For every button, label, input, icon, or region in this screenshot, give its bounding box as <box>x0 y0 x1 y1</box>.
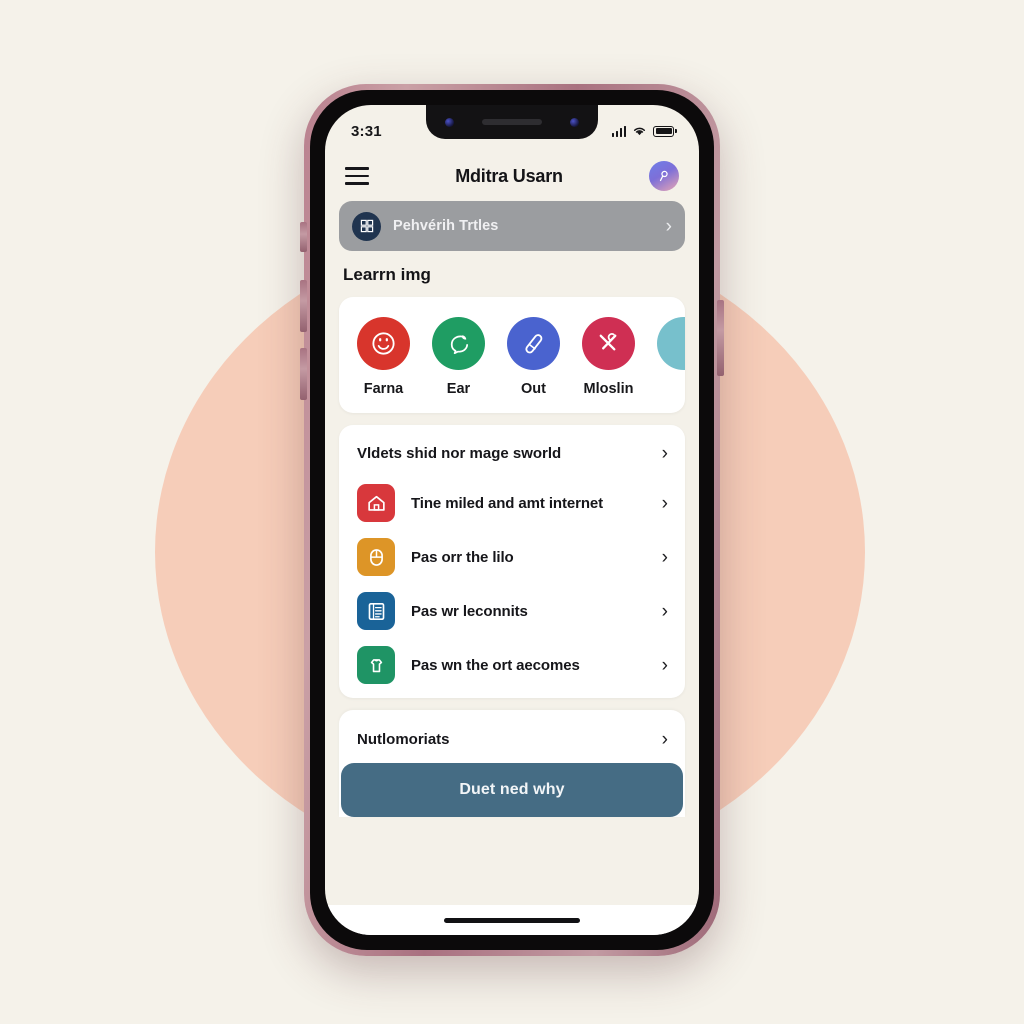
chevron-right-icon: › <box>661 443 668 464</box>
list-item[interactable]: Pas wn the ort aecomes › <box>339 638 685 692</box>
hamburger-menu-icon[interactable] <box>345 167 369 185</box>
category-item-farna[interactable]: Farna <box>357 317 410 397</box>
chevron-right-icon: › <box>661 654 668 676</box>
category-card: Farna Ear Out Mloslin <box>339 297 685 413</box>
grid-badge-glyph <box>360 219 373 233</box>
grid-badge-icon <box>352 211 381 241</box>
user-avatar-icon[interactable] <box>649 161 679 191</box>
category-row: Farna Ear Out Mloslin <box>339 317 685 397</box>
house-icon <box>357 484 395 522</box>
status-bar: 3:31 <box>325 105 699 151</box>
mouse-glyph <box>369 548 383 566</box>
wifi-icon <box>634 127 646 136</box>
section-heading: Learrn img <box>343 265 431 284</box>
pen-diagonal-icon <box>507 317 560 370</box>
home-indicator-bar[interactable] <box>444 917 580 923</box>
battery-icon <box>653 125 677 137</box>
category-label: Mloslin <box>583 381 634 397</box>
list-item-label: Pas wr leconnits <box>411 602 528 620</box>
status-icon-group <box>611 125 677 137</box>
scroll-content: Pehvérih Trtles › Learrn img Farna Ear O… <box>325 201 699 905</box>
chevron-right-icon: › <box>665 215 672 237</box>
pen-diagonal-glyph <box>525 334 543 354</box>
primary-cta-button[interactable]: Duet ned why <box>341 763 683 817</box>
face-circle-glyph <box>372 332 395 355</box>
house-glyph <box>367 495 385 511</box>
list-document-icon <box>357 592 395 630</box>
list-item-label: Pas wn the ort aecomes <box>411 656 580 674</box>
topic-list-header[interactable]: Vldets shid nor mage sworld › <box>339 429 685 476</box>
screenshot-stage: 3:31 Mditra Usarn Pehvérih Trtles › Lear… <box>0 0 1024 1024</box>
topic-list-card: Vldets shid nor mage sworld › Tine miled… <box>339 425 685 698</box>
chevron-right-icon: › <box>661 492 668 514</box>
category-item-ear[interactable]: Ear <box>432 317 485 397</box>
app-header-bar: Mditra Usarn <box>325 151 699 201</box>
primary-cta-label: Duet ned why <box>459 781 565 798</box>
chevron-right-icon: › <box>661 600 668 622</box>
volume-down-button[interactable] <box>300 348 307 400</box>
promo-banner-label: Pehvérih Trtles <box>393 218 499 234</box>
list-document-glyph <box>368 602 384 620</box>
tools-cross-icon <box>582 317 635 370</box>
category-item-out[interactable]: Out <box>507 317 560 397</box>
leaf-speech-glyph <box>450 335 469 355</box>
power-button[interactable] <box>717 300 724 376</box>
footer-link-row[interactable]: Nutlomoriats › <box>339 714 685 763</box>
footer-link-label: Nutlomoriats <box>357 731 450 748</box>
volume-up-button[interactable] <box>300 280 307 332</box>
category-label: Out <box>521 381 546 397</box>
chevron-right-icon: › <box>661 546 668 568</box>
signal-bars-icon <box>611 125 627 137</box>
shirt-tap-glyph <box>370 658 382 672</box>
category-item-partial[interactable] <box>657 317 685 397</box>
list-item[interactable]: Pas orr the lilo › <box>339 530 685 584</box>
list-item-label: Tine miled and amt internet <box>411 494 604 512</box>
mouse-icon <box>357 538 395 576</box>
chevron-right-icon: › <box>661 729 668 750</box>
shirt-tap-icon <box>357 646 395 684</box>
mute-switch-button[interactable] <box>300 222 307 252</box>
leaf-speech-icon <box>432 317 485 370</box>
status-clock: 3:31 <box>351 122 382 140</box>
partial-circle-icon <box>657 317 685 370</box>
tools-cross-glyph <box>599 333 617 351</box>
home-indicator-area <box>325 905 699 935</box>
category-label: Ear <box>446 381 471 397</box>
footer-card: Nutlomoriats › Duet ned why <box>339 710 685 817</box>
page-title: Mditra Usarn <box>455 165 563 186</box>
list-item[interactable]: Tine miled and amt internet › <box>339 476 685 530</box>
category-item-mloslin[interactable]: Mloslin <box>582 317 635 397</box>
topic-list-header-label: Vldets shid nor mage sworld <box>357 445 562 462</box>
category-label: Farna <box>363 381 404 397</box>
phone-screen: 3:31 Mditra Usarn Pehvérih Trtles › Lear… <box>325 105 699 935</box>
list-item-label: Pas orr the lilo <box>411 548 514 566</box>
promo-banner[interactable]: Pehvérih Trtles › <box>339 201 685 251</box>
avatar-glyph <box>659 170 668 181</box>
list-item[interactable]: Pas wr leconnits › <box>339 584 685 638</box>
face-circle-icon <box>357 317 410 370</box>
